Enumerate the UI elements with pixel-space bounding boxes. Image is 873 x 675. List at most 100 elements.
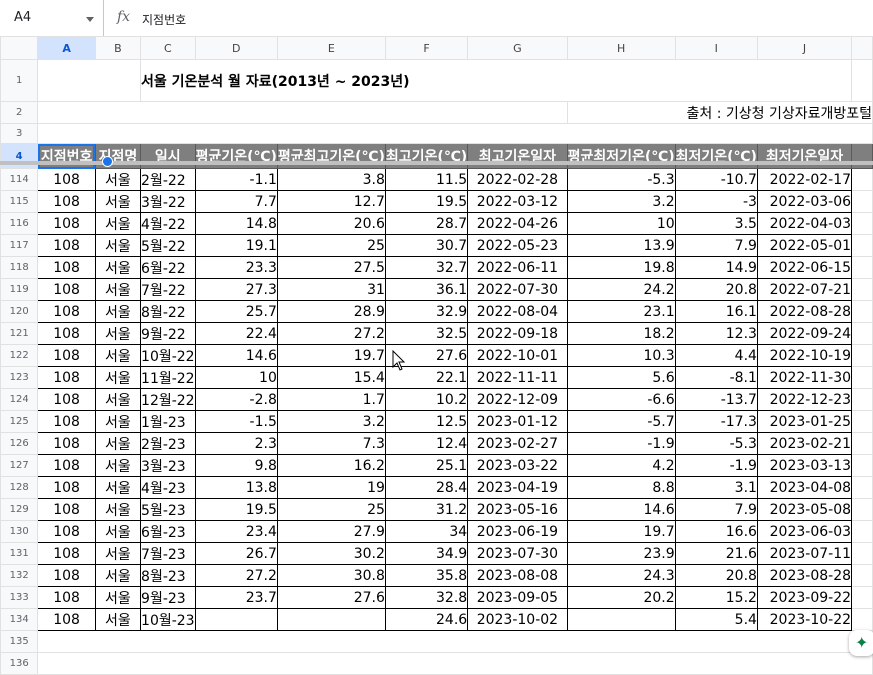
table-cell[interactable]: 2022-12-09 (467, 388, 568, 411)
table-cell[interactable]: 28.9 (276, 300, 386, 323)
table-cell[interactable]: -3 (674, 190, 758, 213)
table-cell[interactable]: 서울 (94, 410, 142, 433)
table-cell[interactable]: 27.2 (276, 322, 386, 345)
chevron-down-icon[interactable] (86, 17, 94, 22)
table-cell[interactable]: 11월-22 (140, 366, 196, 389)
selection-handle[interactable] (102, 156, 113, 167)
table-cell[interactable]: 20.8 (674, 278, 758, 301)
table-cell[interactable]: 2023-08-08 (467, 564, 568, 587)
table-cell[interactable]: 서울 (94, 476, 142, 499)
table-cell[interactable] (194, 608, 278, 631)
table-cell[interactable]: 10월-22 (140, 344, 196, 367)
table-cell[interactable] (276, 608, 386, 631)
table-cell[interactable]: 8월-23 (140, 564, 196, 587)
row-header[interactable]: 118 (0, 256, 39, 279)
table-cell[interactable]: 2022-10-19 (756, 344, 853, 367)
table-cell[interactable]: 2022-11-11 (467, 366, 568, 389)
table-cell[interactable]: 8월-22 (140, 300, 196, 323)
table-cell[interactable]: 3월-23 (140, 454, 196, 477)
table-cell[interactable]: 23.9 (566, 542, 676, 565)
row-header[interactable]: 126 (0, 432, 39, 455)
table-cell[interactable]: 20.2 (566, 586, 676, 609)
ai-assist-button[interactable]: ✦ (849, 630, 873, 656)
row-header[interactable]: 123 (0, 366, 39, 389)
table-cell[interactable]: 2023-02-21 (756, 432, 853, 455)
table-cell[interactable]: 108 (37, 278, 96, 301)
row-header[interactable]: 1 (0, 59, 39, 102)
table-cell[interactable]: 8.8 (566, 476, 676, 499)
table-cell[interactable]: 2023-10-02 (467, 608, 568, 631)
table-cell[interactable]: 108 (37, 498, 96, 521)
column-header-i[interactable]: I (674, 36, 758, 60)
row-header[interactable]: 122 (0, 344, 39, 367)
table-cell[interactable]: 2022-08-28 (756, 300, 853, 323)
table-cell[interactable]: 2023-01-25 (756, 410, 853, 433)
table-cell[interactable]: 32.5 (384, 322, 469, 345)
row-header[interactable]: 132 (0, 564, 39, 587)
cell[interactable] (851, 586, 873, 609)
table-cell[interactable]: 108 (37, 476, 96, 499)
table-cell[interactable]: 30.2 (276, 542, 386, 565)
row-header[interactable]: 136 (0, 652, 39, 675)
cell[interactable] (37, 123, 873, 144)
table-cell[interactable]: 15.2 (674, 586, 758, 609)
table-cell[interactable]: 2023-05-08 (756, 498, 853, 521)
table-cell[interactable]: 2022-04-03 (756, 212, 853, 235)
table-cell[interactable]: 서울 (94, 586, 142, 609)
table-cell[interactable]: 12.3 (674, 322, 758, 345)
cell[interactable] (37, 652, 873, 675)
table-cell[interactable]: 7.3 (276, 432, 386, 455)
table-cell[interactable]: 28.4 (384, 476, 469, 499)
table-cell[interactable]: 12월-22 (140, 388, 196, 411)
table-cell[interactable]: -8.1 (674, 366, 758, 389)
table-cell[interactable]: 108 (37, 564, 96, 587)
table-cell[interactable]: 2023-07-30 (467, 542, 568, 565)
cell[interactable] (37, 101, 568, 124)
table-cell[interactable]: 19.7 (276, 344, 386, 367)
column-header-a[interactable]: A (37, 36, 96, 60)
row-header[interactable]: 116 (0, 212, 39, 235)
table-cell[interactable]: 서울 (94, 322, 142, 345)
table-cell[interactable]: -1.9 (566, 432, 676, 455)
table-cell[interactable]: 3.8 (276, 168, 386, 191)
row-header[interactable]: 127 (0, 454, 39, 477)
table-cell[interactable]: 20.8 (674, 564, 758, 587)
table-cell[interactable]: 10월-23 (140, 608, 196, 631)
table-cell[interactable]: -2.8 (194, 388, 278, 411)
row-header[interactable]: 114 (0, 168, 39, 191)
cell[interactable] (851, 344, 873, 367)
table-cell[interactable]: 19.5 (384, 190, 469, 213)
row-header[interactable]: 130 (0, 520, 39, 543)
table-cell[interactable]: 10.2 (384, 388, 469, 411)
table-cell[interactable]: 4.2 (566, 454, 676, 477)
table-cell[interactable]: 31.2 (384, 498, 469, 521)
table-cell[interactable]: 108 (37, 432, 96, 455)
table-cell[interactable]: 7월-22 (140, 278, 196, 301)
column-header-c[interactable]: C (140, 36, 196, 60)
row-header[interactable]: 119 (0, 278, 39, 301)
table-cell[interactable]: 서울 (94, 300, 142, 323)
table-cell[interactable]: 28.7 (384, 212, 469, 235)
row-header[interactable]: 125 (0, 410, 39, 433)
table-cell[interactable]: 서울 (94, 608, 142, 631)
table-cell[interactable]: 108 (37, 256, 96, 279)
cell[interactable] (37, 630, 873, 653)
table-cell[interactable]: -1.5 (194, 410, 278, 433)
table-cell[interactable]: 27.2 (194, 564, 278, 587)
table-cell[interactable]: 2022-12-23 (756, 388, 853, 411)
cell[interactable] (851, 234, 873, 257)
cell[interactable] (851, 476, 873, 499)
cell[interactable] (851, 608, 873, 631)
table-cell[interactable]: 2022-02-28 (467, 168, 568, 191)
table-cell[interactable]: 32.7 (384, 256, 469, 279)
table-cell[interactable]: 19.1 (194, 234, 278, 257)
table-cell[interactable]: 2022-10-01 (467, 344, 568, 367)
table-cell[interactable]: 26.7 (194, 542, 278, 565)
cell[interactable] (851, 322, 873, 345)
table-cell[interactable]: 22.4 (194, 322, 278, 345)
table-cell[interactable]: 5.4 (674, 608, 758, 631)
table-cell[interactable]: 30.8 (276, 564, 386, 587)
table-cell[interactable]: 2023-06-03 (756, 520, 853, 543)
table-cell[interactable]: 서울 (94, 542, 142, 565)
table-cell[interactable]: 2022-06-11 (467, 256, 568, 279)
